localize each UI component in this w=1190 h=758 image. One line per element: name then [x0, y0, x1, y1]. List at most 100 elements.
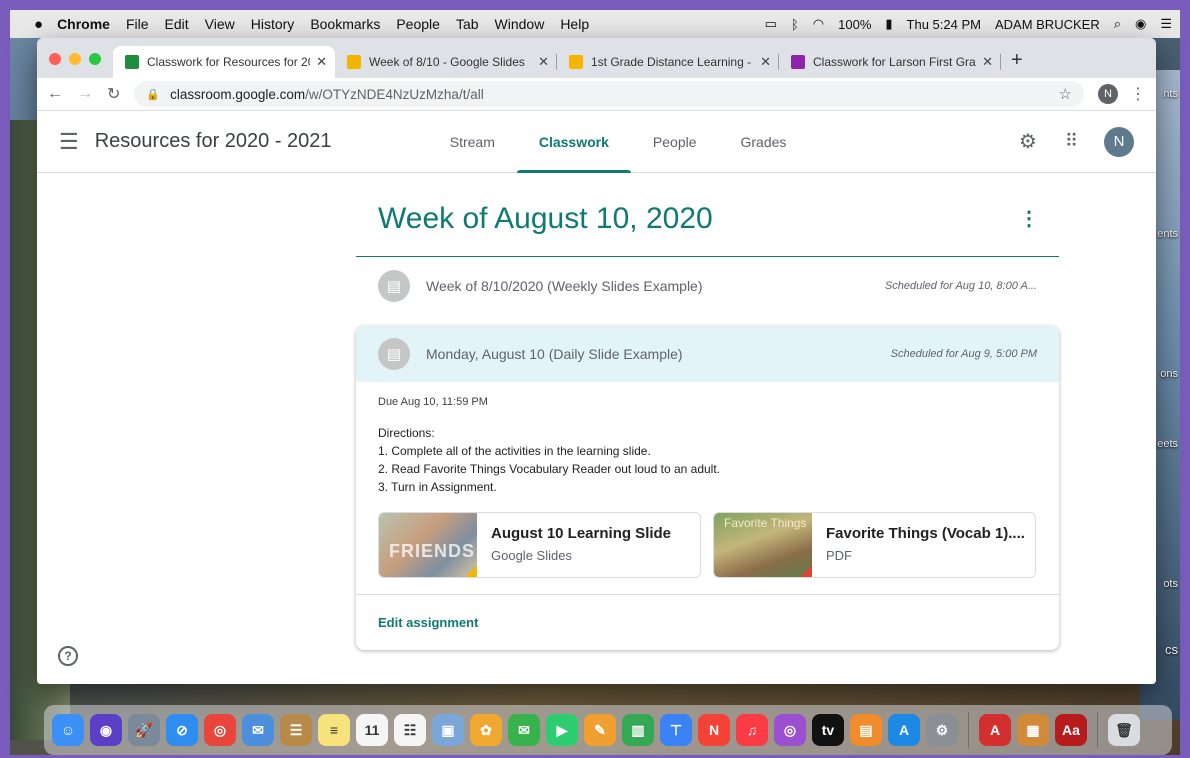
dock-safari-icon[interactable]: ⊘: [166, 714, 198, 746]
browser-tab[interactable]: 1st Grade Distance Learning - ✕: [557, 46, 779, 78]
avatar[interactable]: N: [1104, 126, 1134, 157]
browser-tab[interactable]: Classwork for Resources for 20 ✕: [113, 46, 335, 78]
browser-tab[interactable]: Week of 8/10 - Google Slides ✕: [335, 46, 557, 78]
dock-acrobat-icon[interactable]: A: [979, 714, 1011, 746]
edit-assignment-link[interactable]: Edit assignment: [378, 615, 478, 630]
menubar-user[interactable]: ADAM BRUCKER: [995, 17, 1100, 32]
classwork-item[interactable]: ▤ Monday, August 10 (Daily Slide Example…: [356, 326, 1059, 382]
mac-dock: ☺ ◉ 🚀 ⊘ ◎ ✉ ☰ ≡ 11 ☷ ▣ ✿ ✉ ▶ ✎ ▥ ⊤ N ♫ ◎ tv ▤ A ⚙ A ▦ Aa 🗑: [44, 705, 1172, 755]
pdf-badge-icon: [798, 565, 812, 577]
dock-app-store-icon[interactable]: A: [888, 714, 920, 746]
dock-tv-icon[interactable]: tv: [812, 714, 844, 746]
menu-history[interactable]: History: [251, 16, 295, 32]
dock-photos-icon[interactable]: ✿: [470, 714, 502, 746]
dock-separator: [968, 712, 969, 748]
tab-classwork[interactable]: Classwork: [516, 111, 631, 173]
zoom-window-button[interactable]: [89, 53, 101, 65]
siri-icon[interactable]: ◉: [1135, 16, 1146, 32]
class-title[interactable]: Resources for 2020 - 2021: [95, 130, 415, 153]
gear-icon[interactable]: ⚙: [1019, 129, 1037, 154]
battery-icon[interactable]: ▮: [885, 16, 892, 32]
dock-numbers-icon[interactable]: ▥: [622, 714, 654, 746]
airplay-icon[interactable]: ▭: [765, 16, 777, 32]
back-icon[interactable]: ←: [47, 85, 63, 103]
classroom-header: ☰ Resources for 2020 - 2021 Stream Class…: [37, 111, 1156, 173]
dock-calendar-icon[interactable]: 11: [356, 714, 388, 746]
desktop-file-label[interactable]: ots: [1163, 578, 1178, 590]
dock-messages-icon[interactable]: ✉: [508, 714, 540, 746]
reload-icon[interactable]: ↻: [107, 84, 120, 104]
close-tab-icon[interactable]: ✕: [982, 54, 993, 70]
menubar-clock[interactable]: Thu 5:24 PM: [907, 17, 981, 32]
menu-app-name[interactable]: Chrome: [57, 16, 110, 32]
desktop-file-label[interactable]: ons: [1160, 368, 1178, 380]
menu-help[interactable]: Help: [560, 16, 589, 32]
forward-icon[interactable]: →: [77, 85, 93, 103]
topic-more-options-icon[interactable]: ⋮: [1019, 206, 1059, 231]
desktop-file-label[interactable]: eets: [1157, 438, 1178, 450]
close-tab-icon[interactable]: ✕: [538, 54, 549, 70]
dock-podcasts-icon[interactable]: ◎: [774, 714, 806, 746]
desktop-file-label[interactable]: ents: [1157, 228, 1178, 240]
minimize-window-button[interactable]: [69, 53, 81, 65]
battery-percent[interactable]: 100%: [838, 17, 871, 32]
slides-badge-icon: [463, 565, 477, 577]
dock-news-icon[interactable]: N: [698, 714, 730, 746]
dock-launchpad-icon[interactable]: 🚀: [128, 714, 160, 746]
dock-facetime-icon[interactable]: ▶: [546, 714, 578, 746]
tab-grades[interactable]: Grades: [719, 111, 809, 173]
help-icon[interactable]: ?: [58, 646, 78, 666]
attachment-title: Favorite Things (Vocab 1)....: [826, 525, 1025, 542]
dock-pages-icon[interactable]: ✎: [584, 714, 616, 746]
dock-notes-icon[interactable]: ≡: [318, 714, 350, 746]
wifi-icon[interactable]: ◠: [813, 16, 824, 32]
lock-icon[interactable]: 🔒: [146, 88, 160, 101]
browser-tab[interactable]: Classwork for Larson First Gra ✕: [779, 46, 1001, 78]
dock-trash-icon[interactable]: 🗑: [1108, 714, 1140, 746]
menu-edit[interactable]: Edit: [165, 16, 189, 32]
dock-music-icon[interactable]: ♫: [736, 714, 768, 746]
chrome-menu-icon[interactable]: ⋮: [1130, 84, 1146, 104]
assignment-details: Due Aug 10, 11:59 PM Directions: 1. Comp…: [356, 382, 1059, 578]
address-bar[interactable]: 🔒 classroom.google.com /w/OTYzNDE4NzUzMz…: [134, 81, 1084, 107]
new-tab-button[interactable]: +: [1001, 49, 1035, 78]
dock-calculator-icon[interactable]: ▦: [1017, 714, 1049, 746]
dock-preview-icon[interactable]: ▣: [432, 714, 464, 746]
attachment-card[interactable]: Favorite Things Favorite Things (Vocab 1…: [713, 512, 1036, 578]
menu-window[interactable]: Window: [495, 16, 545, 32]
desktop-file-label[interactable]: nts: [1163, 88, 1178, 100]
main-menu-icon[interactable]: ☰: [59, 129, 79, 155]
dock-chrome-icon[interactable]: ◎: [204, 714, 236, 746]
desktop-file-label[interactable]: cs: [1165, 642, 1178, 657]
close-tab-icon[interactable]: ✕: [760, 54, 771, 70]
classwork-item[interactable]: ▤ Week of 8/10/2020 (Weekly Slides Examp…: [356, 257, 1059, 314]
menu-bookmarks[interactable]: Bookmarks: [310, 16, 380, 32]
menu-file[interactable]: File: [126, 16, 149, 32]
menu-view[interactable]: View: [205, 16, 235, 32]
dock-finder-icon[interactable]: ☺: [52, 714, 84, 746]
dock-mail-icon[interactable]: ✉: [242, 714, 274, 746]
dock-reminders-icon[interactable]: ☷: [394, 714, 426, 746]
notification-center-icon[interactable]: ☰: [1160, 16, 1172, 32]
apple-icon[interactable]: ●: [34, 16, 43, 33]
apps-grid-icon[interactable]: ⠿: [1065, 131, 1078, 152]
spotlight-search-icon[interactable]: ⌕: [1114, 16, 1121, 32]
header-actions: ⚙ ⠿ N: [1019, 126, 1134, 157]
dock-books-icon[interactable]: ▤: [850, 714, 882, 746]
chrome-profile-avatar[interactable]: N: [1098, 84, 1118, 104]
dock-system-preferences-icon[interactable]: ⚙: [926, 714, 958, 746]
menu-people[interactable]: People: [396, 16, 440, 32]
dock-dictionary-icon[interactable]: Aa: [1055, 714, 1087, 746]
dock-siri-icon[interactable]: ◉: [90, 714, 122, 746]
tab-stream[interactable]: Stream: [428, 111, 517, 173]
dock-contacts-icon[interactable]: ☰: [280, 714, 312, 746]
bookmark-star-icon[interactable]: ☆: [1059, 85, 1072, 103]
tab-people[interactable]: People: [631, 111, 719, 173]
dock-keynote-icon[interactable]: ⊤: [660, 714, 692, 746]
close-tab-icon[interactable]: ✕: [316, 54, 327, 70]
close-window-button[interactable]: [49, 53, 61, 65]
attachment-card[interactable]: FRIENDS August 10 Learning Slide Google …: [378, 512, 701, 578]
bluetooth-icon[interactable]: ᛒ: [791, 17, 799, 32]
menu-tab[interactable]: Tab: [456, 16, 479, 32]
dock-separator: [1097, 712, 1098, 748]
